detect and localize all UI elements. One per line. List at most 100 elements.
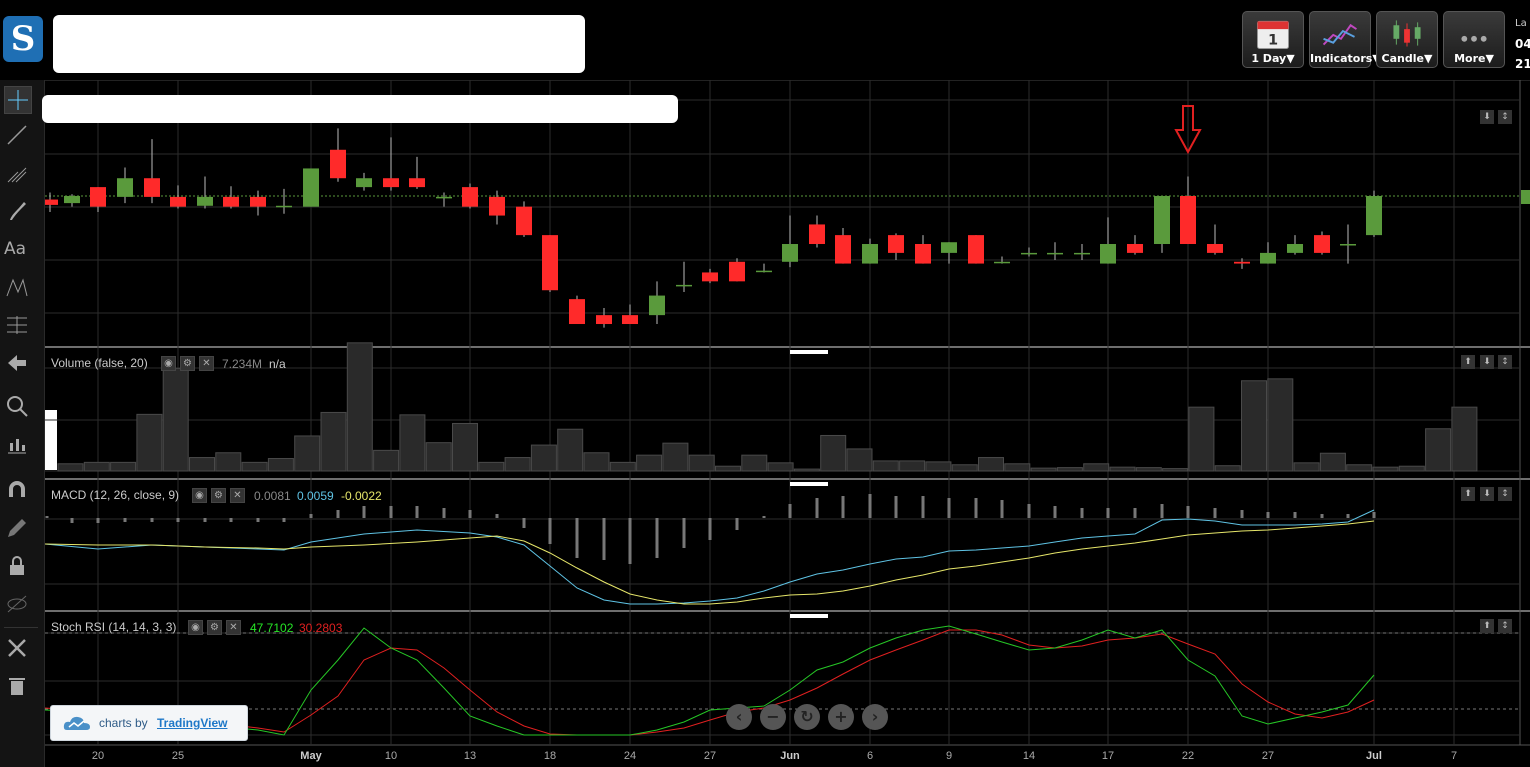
gear-icon[interactable]: ⚙: [211, 488, 226, 503]
pane-down-icon[interactable]: ⬇: [1480, 355, 1494, 369]
candle-body: [64, 196, 80, 204]
measure-tool[interactable]: [4, 312, 30, 338]
scroll-left-button[interactable]: ‹: [726, 704, 752, 730]
macd-value: 0.0059: [297, 489, 334, 503]
candle-body: [756, 270, 772, 273]
macd-hist-bar: [947, 498, 951, 518]
pattern-tool[interactable]: [4, 274, 30, 300]
reset-button[interactable]: ↻: [794, 704, 820, 730]
pane-down-icon[interactable]: ⬇: [1480, 487, 1494, 501]
eye-icon[interactable]: ◉: [188, 620, 203, 635]
indicators-button[interactable]: Indicators▼: [1309, 11, 1381, 68]
candle-body: [144, 178, 160, 197]
time-axis-label: 9: [945, 750, 953, 762]
volume-bar: [1267, 378, 1294, 472]
pane-maximize-icon[interactable]: ↕: [1498, 110, 1512, 124]
pane-up-icon[interactable]: ⬆: [1480, 619, 1494, 633]
pattern-icon: [6, 278, 28, 297]
info-line-2: 04: [1515, 37, 1530, 51]
pane-resize-handle[interactable]: [790, 350, 828, 354]
chart-type-button[interactable]: Candle▼: [1376, 11, 1438, 68]
candle-body: [622, 315, 638, 325]
candle-body: [1074, 252, 1090, 255]
pane-maximize-icon[interactable]: ↕: [1498, 355, 1512, 369]
lock-tool[interactable]: [4, 553, 30, 579]
time-axis-label: 20: [91, 750, 105, 762]
last-price-marker: [1521, 190, 1530, 204]
pane-up-icon[interactable]: ⬆: [1461, 487, 1475, 501]
candle-body: [941, 242, 957, 253]
interval-button[interactable]: 1 1 Day▼: [1242, 11, 1304, 68]
scale-tool[interactable]: [4, 431, 30, 457]
stay-drawing-tool[interactable]: [4, 515, 30, 541]
eye-icon[interactable]: ◉: [192, 488, 207, 503]
zoom-out-button[interactable]: −: [760, 704, 786, 730]
badge-brand-link[interactable]: TradingView: [157, 716, 227, 730]
volume-bar: [688, 454, 715, 472]
volume-bar: [215, 452, 242, 472]
candle-body: [1127, 244, 1143, 253]
pane-down-icon[interactable]: ⬇: [1480, 110, 1494, 124]
gear-icon[interactable]: ⚙: [207, 620, 222, 635]
macd-hist-bar: [735, 518, 739, 530]
macd-hist-bar: [1106, 508, 1110, 518]
pitchfork-tool[interactable]: [4, 160, 30, 186]
more-button[interactable]: More▼: [1443, 11, 1505, 68]
pane-maximize-icon[interactable]: ↕: [1498, 487, 1512, 501]
volume-bar: [83, 461, 110, 472]
chart-canvas[interactable]: [45, 80, 1530, 767]
delete-tool[interactable]: [4, 673, 30, 699]
settings-tool[interactable]: [4, 635, 30, 661]
volume-bar: [767, 462, 794, 472]
volume-bar: [1214, 465, 1241, 472]
volume-bar: [57, 463, 84, 472]
candle-body: [782, 244, 798, 262]
pane-resize-handle[interactable]: [790, 614, 828, 618]
volume-bar: [373, 449, 400, 472]
candle-body: [569, 299, 585, 325]
macd-hist-bar: [1080, 508, 1084, 518]
candle-body: [1100, 244, 1116, 264]
app-logo[interactable]: S: [3, 16, 43, 62]
volume-bar: [899, 460, 926, 472]
candle-body: [462, 187, 478, 207]
macd-hist-bar: [1320, 514, 1324, 518]
macd-hist-bar: [628, 518, 632, 564]
volume-bar: [110, 461, 137, 472]
brush-tool[interactable]: [4, 198, 30, 224]
macd-hist-bar: [708, 518, 712, 540]
pane-maximize-icon[interactable]: ↕: [1498, 619, 1512, 633]
pitchfork-icon: [7, 167, 27, 183]
volume-bar: [741, 454, 768, 472]
magnet-tool[interactable]: [4, 477, 30, 503]
macd-hist-bar: [548, 518, 552, 544]
back-tool[interactable]: [4, 350, 30, 376]
tradingview-badge[interactable]: charts by TradingView: [50, 705, 248, 741]
right-info-truncated: La 04 21: [1515, 14, 1530, 74]
hide-tool[interactable]: [4, 591, 30, 617]
pane-resize-handle[interactable]: [790, 482, 828, 486]
close-icon[interactable]: ✕: [226, 620, 241, 635]
time-axis-label: Jul: [1366, 750, 1382, 762]
scale-icon: [8, 439, 26, 454]
volume-bar: [715, 465, 741, 472]
scroll-right-button[interactable]: ›: [862, 704, 888, 730]
candle-body: [330, 149, 346, 179]
gear-icon[interactable]: ⚙: [180, 356, 195, 371]
zoom-tool[interactable]: [4, 393, 30, 419]
volume-bar: [136, 413, 163, 472]
time-axis-label: 6: [866, 750, 874, 762]
zoom-in-button[interactable]: +: [828, 704, 854, 730]
candle-body: [888, 235, 904, 253]
candle-body: [436, 196, 452, 199]
text-tool[interactable]: Aa: [4, 236, 30, 262]
volume-bar: [1372, 466, 1399, 472]
close-icon[interactable]: ✕: [199, 356, 214, 371]
crosshair-tool[interactable]: [4, 86, 32, 114]
time-axis-label: 10: [384, 750, 398, 762]
eye-icon[interactable]: ◉: [161, 356, 176, 371]
close-icon[interactable]: ✕: [230, 488, 245, 503]
pane-up-icon[interactable]: ⬆: [1461, 355, 1475, 369]
candle-body: [356, 178, 372, 188]
trend-line-tool[interactable]: [4, 122, 30, 148]
